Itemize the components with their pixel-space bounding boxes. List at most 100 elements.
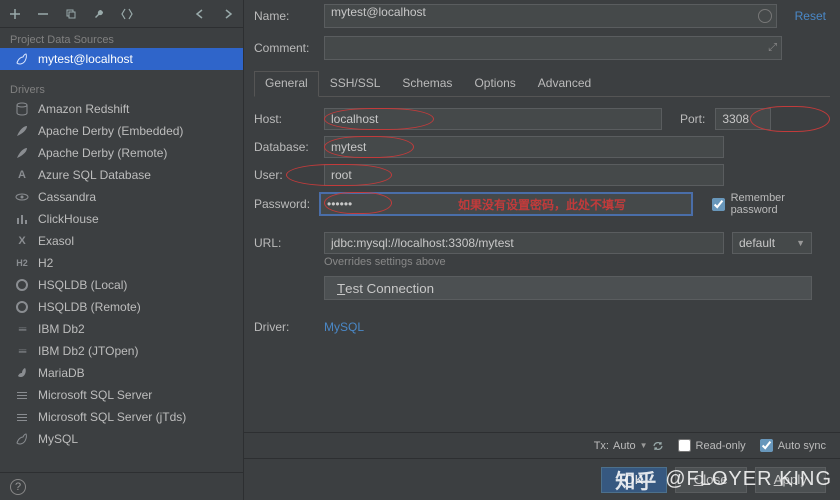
tab-schemas[interactable]: Schemas <box>391 71 463 97</box>
dialog-buttons: OK Close Apply <box>244 458 840 500</box>
driver-item[interactable]: X Exasol <box>0 230 243 252</box>
url-mode-value: default <box>739 236 775 250</box>
datasource-label: mytest@localhost <box>38 52 133 66</box>
driver-label: IBM Db2 (JTOpen) <box>38 344 138 358</box>
make-global-icon[interactable] <box>116 3 138 25</box>
expand-comment-icon[interactable]: ⤢ <box>768 42 777 55</box>
datasource-mysql-icon <box>14 51 30 67</box>
driver-item[interactable]: H2H2 <box>0 252 243 274</box>
drivers-title: Drivers <box>0 78 243 98</box>
wrench-icon[interactable] <box>88 3 110 25</box>
remember-password-checkbox[interactable]: Remember password <box>712 192 826 216</box>
forward-icon[interactable] <box>217 3 239 25</box>
tx-dropdown-icon[interactable]: ▼ <box>640 441 648 450</box>
clear-name-icon[interactable] <box>758 9 772 23</box>
remember-password-label: Remember password <box>731 192 826 216</box>
url-input[interactable] <box>324 232 724 254</box>
user-label: User: <box>254 168 314 182</box>
driver-item[interactable]: ≡≡ IBM Db2 <box>0 318 243 340</box>
url-row: URL: default ▼ Overrides settings above … <box>244 229 840 303</box>
refresh-icon[interactable] <box>652 440 664 452</box>
apply-button[interactable]: Apply <box>755 467 826 493</box>
driver-label: Exasol <box>38 234 74 248</box>
url-label: URL: <box>254 232 314 250</box>
driver-item[interactable]: HSQLDB (Remote) <box>0 296 243 318</box>
driver-label: HSQLDB (Remote) <box>38 300 141 314</box>
driver-item[interactable]: ≡≡ IBM Db2 (JTOpen) <box>0 340 243 362</box>
ibm-icon: ≡≡ <box>14 343 30 359</box>
database-input[interactable] <box>324 136 724 158</box>
driver-label: IBM Db2 <box>38 322 85 336</box>
user-input[interactable] <box>324 164 724 186</box>
comment-field[interactable]: ⤢ <box>324 36 782 60</box>
ok-button[interactable]: OK <box>601 467 666 493</box>
port-input[interactable] <box>715 108 771 130</box>
driver-label: ClickHouse <box>38 212 99 226</box>
tab-options[interactable]: Options <box>463 71 526 97</box>
feather-icon <box>14 145 30 161</box>
password-row: Password: Remember password <box>244 189 840 219</box>
comment-label: Comment: <box>254 41 316 55</box>
driver-label: MySQL <box>38 432 78 446</box>
driver-label: HSQLDB (Local) <box>38 278 127 292</box>
tab-ssh-ssl[interactable]: SSH/SSL <box>319 71 392 97</box>
name-label: Name: <box>254 9 316 23</box>
test-connection-button[interactable]: Test Connection <box>324 276 812 300</box>
ring-icon <box>14 299 30 315</box>
drivers-list: Amazon Redshift Apache Derby (Embedded) Ap… <box>0 98 243 472</box>
add-icon[interactable] <box>4 3 26 25</box>
password-input[interactable] <box>320 193 692 215</box>
name-value: mytest@localhost <box>331 5 426 19</box>
driver-item[interactable]: HSQLDB (Local) <box>0 274 243 296</box>
close-button[interactable]: Close <box>675 467 747 493</box>
driver-item[interactable]: Apache Derby (Embedded) <box>0 120 243 142</box>
tab-advanced[interactable]: Advanced <box>527 71 602 97</box>
main-panel: Name: mytest@localhost Reset Comment: ⤢ … <box>244 0 840 500</box>
driver-label: Cassandra <box>38 190 96 204</box>
read-only-checkbox[interactable]: Read-only <box>678 439 746 452</box>
driver-item[interactable]: Microsoft SQL Server <box>0 384 243 406</box>
driver-item[interactable]: MySQL <box>0 428 243 450</box>
driver-label: Azure SQL Database <box>38 168 151 182</box>
driver-label: H2 <box>38 256 53 270</box>
copy-icon[interactable] <box>60 3 82 25</box>
driver-item[interactable]: A Azure SQL Database <box>0 164 243 186</box>
driver-item[interactable]: Cassandra <box>0 186 243 208</box>
driver-item[interactable]: Amazon Redshift <box>0 98 243 120</box>
remove-icon[interactable] <box>32 3 54 25</box>
status-bar: Tx: Auto ▼ Read-only Auto sync <box>244 432 840 458</box>
eye-icon <box>14 189 30 205</box>
url-mode-select[interactable]: default ▼ <box>732 232 812 254</box>
name-field[interactable]: mytest@localhost <box>324 4 777 28</box>
ring-icon <box>14 277 30 293</box>
A-icon: A <box>14 167 30 183</box>
comment-row: Comment: ⤢ <box>244 32 840 64</box>
sidebar-footer: ? <box>0 472 243 500</box>
sidebar-toolbar <box>0 0 243 28</box>
driver-item[interactable]: MariaDB <box>0 362 243 384</box>
help-icon[interactable]: ? <box>10 479 26 495</box>
tab-general[interactable]: General <box>254 71 319 97</box>
driver-label: Apache Derby (Embedded) <box>38 124 183 138</box>
tx-mode[interactable]: Auto <box>613 440 636 452</box>
driver-item[interactable]: Apache Derby (Remote) <box>0 142 243 164</box>
driver-item[interactable]: Microsoft SQL Server (jTds) <box>0 406 243 428</box>
read-only-label: Read-only <box>696 440 746 452</box>
host-input[interactable] <box>324 108 662 130</box>
auto-sync-checkbox[interactable]: Auto sync <box>760 439 826 452</box>
driver-label: Amazon Redshift <box>38 102 129 116</box>
reset-link[interactable]: Reset <box>785 9 826 23</box>
override-note: Overrides settings above <box>324 256 812 268</box>
ibm-icon: ≡≡ <box>14 321 30 337</box>
back-icon[interactable] <box>189 3 211 25</box>
driver-item[interactable]: ClickHouse <box>0 208 243 230</box>
driver-link[interactable]: MySQL <box>324 320 364 334</box>
datasource-item[interactable]: mytest@localhost <box>0 48 243 70</box>
X-icon: X <box>14 233 30 249</box>
driver-label: Apache Derby (Remote) <box>38 146 167 160</box>
driver-row: Driver: MySQL <box>244 317 840 337</box>
mysql-icon <box>14 431 30 447</box>
password-label: Password: <box>254 197 310 211</box>
database-label: Database: <box>254 140 314 154</box>
auto-sync-label: Auto sync <box>778 440 826 452</box>
